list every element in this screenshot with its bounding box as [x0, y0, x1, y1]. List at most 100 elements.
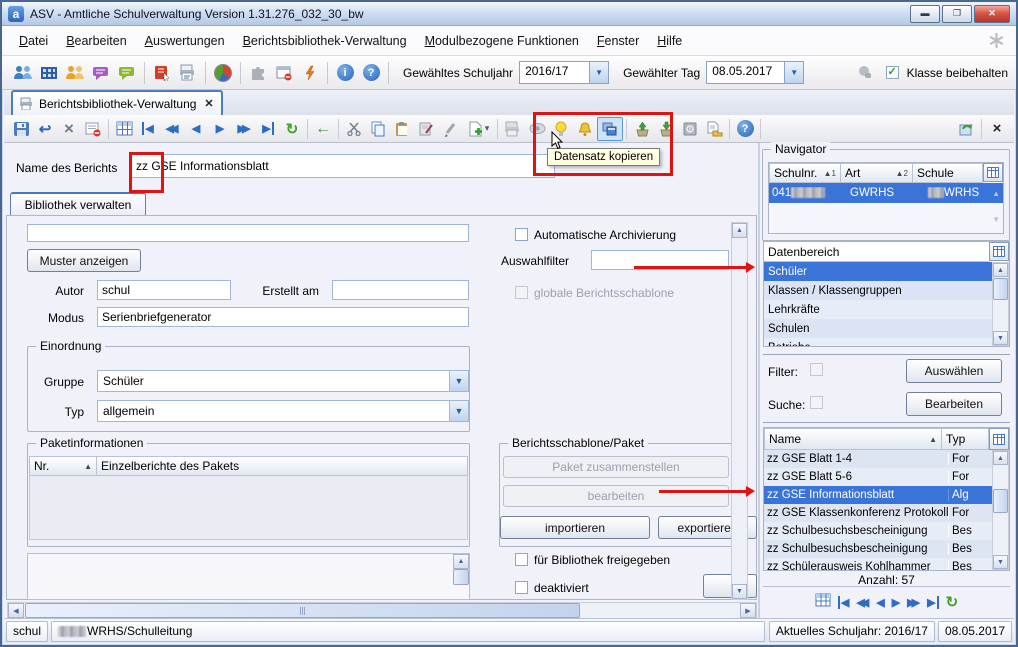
modus-input[interactable]: Serienbriefgenerator	[97, 307, 469, 327]
close-view-icon[interactable]: ×	[985, 118, 1009, 140]
beschreibung-input[interactable]	[27, 224, 469, 242]
notes-box[interactable]: ▲	[27, 553, 470, 600]
scroll-right-button[interactable]: ▶	[740, 603, 756, 618]
klasse-beibehalten-checkbox[interactable]: ✓	[886, 66, 899, 79]
new-record-icon[interactable]: ▾	[462, 118, 494, 140]
table-config-icon[interactable]	[989, 428, 1009, 450]
message-green-icon[interactable]	[114, 61, 140, 85]
delete-record-icon[interactable]: ×	[57, 118, 81, 140]
bearbeiten-nav-button[interactable]: Bearbeiten	[906, 392, 1002, 416]
erstellt-am-input[interactable]	[332, 280, 469, 300]
datenbereich-item-betriebe[interactable]: Betriebe	[764, 338, 992, 346]
refresh-icon[interactable]: ↻	[946, 593, 959, 611]
datenbereich-scrollbar[interactable]: ▲ ▼	[992, 262, 1009, 346]
report-library-icon[interactable]	[149, 61, 175, 85]
last-record-icon[interactable]: ▶	[927, 596, 938, 609]
scroll-up-button[interactable]: ▲	[993, 263, 1008, 277]
export-document-icon[interactable]	[702, 118, 726, 140]
scroll-thumb[interactable]	[993, 489, 1008, 513]
splitter[interactable]	[758, 143, 760, 620]
next-record-icon[interactable]: ▶	[892, 596, 900, 609]
report-row[interactable]: zz SchulbesuchsbescheinigungBes	[764, 540, 992, 558]
first-record-icon[interactable]: ◀	[136, 118, 160, 140]
auswahlfilter-input[interactable]	[591, 250, 729, 270]
paket-col-einzelberichte[interactable]: Einzelberichte des Pakets	[97, 456, 468, 476]
report-row[interactable]: zz Schülerausweis KohlhammerBes	[764, 558, 992, 570]
previous-record-icon[interactable]: ◀	[184, 118, 208, 140]
school-building-icon[interactable]	[36, 61, 62, 85]
undo-icon[interactable]: ↩	[33, 118, 57, 140]
scroll-down-button[interactable]: ▼	[993, 555, 1008, 569]
report-row-selected[interactable]: zz GSE InformationsblattAlg	[764, 486, 992, 504]
record-remove-icon[interactable]	[81, 118, 105, 140]
tab-bibliothek-verwalten[interactable]: Bibliothek verwalten	[10, 192, 146, 216]
autor-input[interactable]: schul	[97, 280, 231, 300]
typ-select[interactable]: allgemein ▼	[97, 400, 469, 422]
edit-record-icon[interactable]	[414, 118, 438, 140]
paket-table-body[interactable]	[29, 476, 468, 540]
message-purple-icon[interactable]	[88, 61, 114, 85]
maximize-button[interactable]: ❐	[942, 5, 972, 23]
tab-berichtsbibliothek-verwaltung[interactable]: Berichtsbibliothek-Verwaltung ✕	[11, 90, 223, 115]
menu-datei[interactable]: Datei	[10, 29, 57, 53]
chevron-down-icon[interactable]: ▼	[449, 401, 468, 421]
datenbereich-item-klassen[interactable]: Klassen / Klassengruppen	[764, 281, 992, 300]
module-puzzle-icon[interactable]	[245, 61, 271, 85]
fuer-bibliothek-freigegeben-checkbox[interactable]	[515, 553, 528, 566]
chevron-down-icon[interactable]: ▼	[589, 62, 608, 83]
scroll-up-button[interactable]: ▲	[453, 554, 469, 569]
table-config-icon[interactable]	[989, 242, 1009, 261]
chevron-down-icon[interactable]: ▾	[485, 123, 490, 134]
download-basket-icon[interactable]	[654, 118, 678, 140]
datenbereich-item-lehrkraefte[interactable]: Lehrkräfte	[764, 300, 992, 319]
table-view-icon[interactable]	[112, 118, 136, 140]
menu-fenster[interactable]: Fenster	[588, 29, 648, 53]
report-row[interactable]: zz GSE Blatt 5-6For	[764, 468, 992, 486]
reload-view-icon[interactable]	[954, 118, 978, 140]
auswaehlen-button[interactable]: Auswählen	[906, 359, 1002, 383]
fast-back-icon[interactable]: ◀◀	[160, 118, 184, 140]
automatische-archivierung-checkbox[interactable]	[515, 228, 528, 241]
paste-icon[interactable]	[390, 118, 414, 140]
scroll-up-button[interactable]: ▲	[993, 451, 1008, 465]
minimize-button[interactable]: ▬	[910, 5, 940, 23]
menu-hilfe[interactable]: Hilfe	[648, 29, 691, 53]
context-help-icon[interactable]: ?	[733, 118, 757, 140]
scroll-left-button[interactable]: ◀	[8, 603, 24, 618]
paket-col-nr[interactable]: Nr.▲	[29, 456, 97, 476]
scroll-thumb[interactable]	[25, 603, 580, 618]
next-record-icon[interactable]: ▶	[208, 118, 232, 140]
report-print-icon[interactable]	[175, 61, 201, 85]
save-icon[interactable]	[9, 118, 33, 140]
report-row[interactable]: zz GSE Klassenkonferenz ProtokollFor	[764, 504, 992, 522]
horizontal-scrollbar[interactable]: ◀ ▶	[7, 602, 757, 619]
notification-bell-icon[interactable]	[573, 118, 597, 140]
suche-checkbox[interactable]	[810, 396, 823, 409]
pupils-group-icon[interactable]	[10, 61, 36, 85]
report-row[interactable]: zz GSE Blatt 1-4For	[764, 450, 992, 468]
scroll-thumb[interactable]	[993, 278, 1008, 300]
datenbereich-header[interactable]: Datenbereich	[764, 242, 989, 262]
preview-icon[interactable]	[525, 118, 549, 140]
importieren-button[interactable]: importieren	[500, 516, 650, 539]
tag-select[interactable]: 08.05.2017 ▼	[706, 61, 804, 84]
window-remove-icon[interactable]	[271, 61, 297, 85]
last-record-icon[interactable]: ▶	[256, 118, 280, 140]
filter-checkbox[interactable]	[810, 363, 823, 376]
report-col-name[interactable]: Name▲	[764, 428, 942, 450]
back-navigation-icon[interactable]: ←	[311, 118, 335, 140]
tab-close-icon[interactable]: ✕	[204, 97, 213, 110]
panel-vertical-scrollbar[interactable]: ▲ ▼	[731, 222, 748, 600]
archive-safe-icon[interactable]	[678, 118, 702, 140]
menu-auswertungen[interactable]: Auswertungen	[136, 29, 234, 53]
upload-basket-icon[interactable]	[630, 118, 654, 140]
menu-bearbeiten[interactable]: Bearbeiten	[57, 29, 135, 53]
report-col-typ[interactable]: Typ	[942, 428, 989, 450]
menu-berichtsbibliothek[interactable]: Berichtsbibliothek-Verwaltung	[234, 29, 416, 53]
school-col-schulnr[interactable]: Schulnr.▲1	[769, 163, 841, 183]
fast-forward-icon[interactable]: ▶▶	[232, 118, 256, 140]
teachers-group-icon[interactable]	[62, 61, 88, 85]
school-col-schule[interactable]: Schule	[913, 163, 983, 183]
deaktiviert-checkbox[interactable]	[515, 581, 528, 594]
close-button[interactable]: ✕	[974, 5, 1010, 23]
